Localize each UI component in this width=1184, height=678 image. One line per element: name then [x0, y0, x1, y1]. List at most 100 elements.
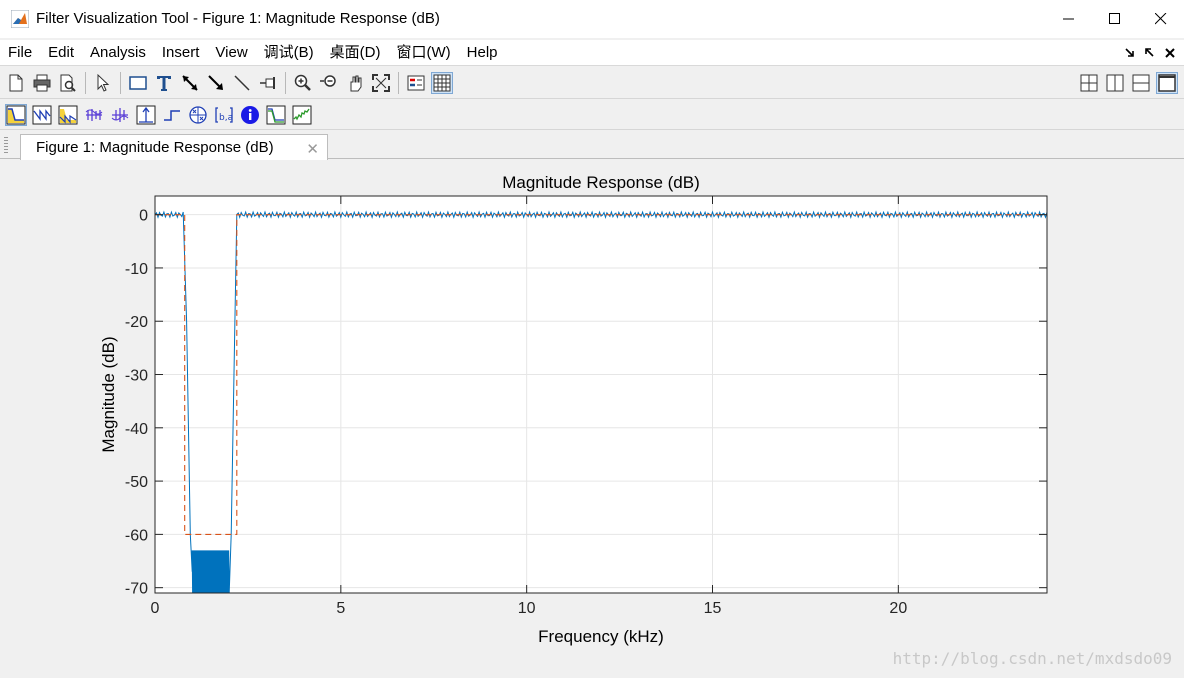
y-axis-label: Magnitude (dB): [99, 336, 118, 452]
phase-delay-icon: [111, 107, 129, 122]
menu-debug[interactable]: 调试(B): [256, 40, 322, 66]
step-response-button[interactable]: [161, 104, 183, 126]
menu-insert[interactable]: Insert: [154, 40, 208, 66]
pole-zero-button[interactable]: [187, 104, 209, 126]
menu-bar: File Edit Analysis Insert View 调试(B) 桌面(…: [0, 40, 1184, 66]
toolbar-separator: [85, 71, 86, 94]
x-axis-label: Frequency (kHz): [538, 627, 664, 646]
figure-tab-strip: Figure 1: Magnitude Response (dB) ✕: [0, 131, 1184, 160]
menu-analysis[interactable]: Analysis: [82, 40, 154, 66]
y-tick-label: -70: [125, 581, 148, 598]
zoom-in-button[interactable]: [292, 72, 314, 94]
tile-layout-button[interactable]: [1078, 72, 1100, 94]
chart-title: Magnitude Response (dB): [502, 173, 700, 192]
filter-coefficients-button[interactable]: b,a: [213, 104, 235, 126]
menu-file[interactable]: File: [0, 40, 40, 66]
filter-info-button[interactable]: [239, 104, 261, 126]
top-bottom-layout-button[interactable]: [1130, 72, 1152, 94]
insert-text-button[interactable]: [153, 72, 175, 94]
pointer-arrow-icon: [97, 73, 110, 92]
noise-spectrum-icon: [292, 105, 312, 124]
legend-button[interactable]: [405, 72, 427, 94]
group-delay-button[interactable]: [83, 104, 105, 126]
magnitude-phase-button[interactable]: [57, 104, 79, 126]
toolbar-separator: [398, 71, 399, 94]
minimize-button[interactable]: [1046, 0, 1092, 38]
magnitude-response-plot[interactable]: 0 5 10 15 20 0 -10 -20 -30 -40 -50 -60 -70 Magnitude …: [0, 160, 1184, 676]
y-tick-label: 0: [139, 208, 148, 225]
analysis-toolbar: b,a: [0, 100, 1184, 130]
maximize-icon: [1109, 13, 1120, 24]
y-tick-label: -30: [125, 368, 148, 385]
undock-icon[interactable]: [1124, 47, 1136, 59]
double-arrow-icon: [182, 74, 198, 91]
arrow-icon: [208, 74, 223, 90]
menu-help[interactable]: Help: [459, 40, 506, 66]
x-tick-label: 15: [704, 600, 722, 617]
magnitude-response-icon: [6, 105, 26, 124]
phase-delay-button[interactable]: [109, 104, 131, 126]
x-tick-label: 10: [518, 600, 536, 617]
tab-grip[interactable]: [4, 137, 8, 155]
close-icon: [1155, 13, 1167, 25]
print-preview-icon: [60, 74, 76, 92]
x-tick-label: 0: [151, 600, 160, 617]
x-tick-label: 20: [889, 600, 907, 617]
plot-background: [155, 196, 1047, 593]
insert-double-arrow-button[interactable]: [179, 72, 201, 94]
pin-button[interactable]: [257, 72, 279, 94]
menu-view[interactable]: View: [207, 40, 255, 66]
window-title: Filter Visualization Tool - Figure 1: Ma…: [36, 10, 440, 27]
close-button[interactable]: [1138, 0, 1184, 38]
maximize-layout-button[interactable]: [1156, 72, 1178, 94]
tab-close-icon[interactable]: ✕: [306, 140, 319, 158]
impulse-response-button[interactable]: [135, 104, 157, 126]
step-response-icon: [164, 109, 180, 121]
insert-rectangle-button[interactable]: [127, 72, 149, 94]
data-cursor-button[interactable]: [370, 72, 392, 94]
coefficients-icon: b,a: [215, 106, 233, 123]
menu-edit[interactable]: Edit: [40, 40, 82, 66]
tab-figure-1[interactable]: Figure 1: Magnitude Response (dB) ✕: [20, 134, 328, 160]
menu-window[interactable]: 窗口(W): [388, 40, 458, 66]
magnitude-estimate-icon: [266, 105, 286, 124]
title-bar: Filter Visualization Tool - Figure 1: Ma…: [0, 0, 1184, 38]
insert-line-button[interactable]: [231, 72, 253, 94]
edit-plot-button[interactable]: [92, 72, 114, 94]
expand-icon: [372, 73, 390, 92]
watermark-text: http://blog.csdn.net/mxdsdo09: [892, 649, 1172, 668]
dock-icon[interactable]: [1144, 47, 1156, 59]
x-tick-label: 5: [336, 600, 345, 617]
split-horizontal-icon: [1132, 74, 1150, 92]
print-button[interactable]: [31, 72, 53, 94]
split-vertical-icon: [1106, 74, 1124, 92]
pan-button[interactable]: [344, 72, 366, 94]
info-icon: [241, 105, 259, 124]
toolbar-separator: [120, 71, 121, 94]
tab-label: Figure 1: Magnitude Response (dB): [36, 139, 274, 156]
magnitude-estimate-button[interactable]: [265, 104, 287, 126]
single-pane-icon: [1158, 74, 1176, 92]
figure-toolbar: [0, 67, 1184, 99]
print-preview-button[interactable]: [57, 72, 79, 94]
insert-arrow-button[interactable]: [205, 72, 227, 94]
maximize-button[interactable]: [1092, 0, 1138, 38]
minimize-icon: [1063, 18, 1074, 20]
legend-icon: [407, 75, 425, 90]
grid-toggle-button[interactable]: [431, 71, 453, 94]
zoom-out-button[interactable]: [318, 72, 340, 94]
matlab-logo-icon: [11, 9, 29, 28]
phase-response-icon: [32, 105, 52, 124]
round-off-noise-button[interactable]: [291, 104, 313, 126]
svg-text:b,a: b,a: [219, 113, 233, 123]
close-figure-icon[interactable]: [1164, 47, 1176, 59]
toolbar-separator: [285, 71, 286, 94]
magnitude-response-button[interactable]: [5, 103, 27, 126]
phase-response-button[interactable]: [31, 104, 53, 126]
new-figure-button[interactable]: [5, 72, 27, 94]
magnitude-phase-icon: [58, 105, 78, 124]
left-right-layout-button[interactable]: [1104, 72, 1126, 94]
pin-icon: [260, 76, 275, 89]
menu-desktop[interactable]: 桌面(D): [322, 40, 389, 66]
y-tick-label: -40: [125, 421, 148, 438]
